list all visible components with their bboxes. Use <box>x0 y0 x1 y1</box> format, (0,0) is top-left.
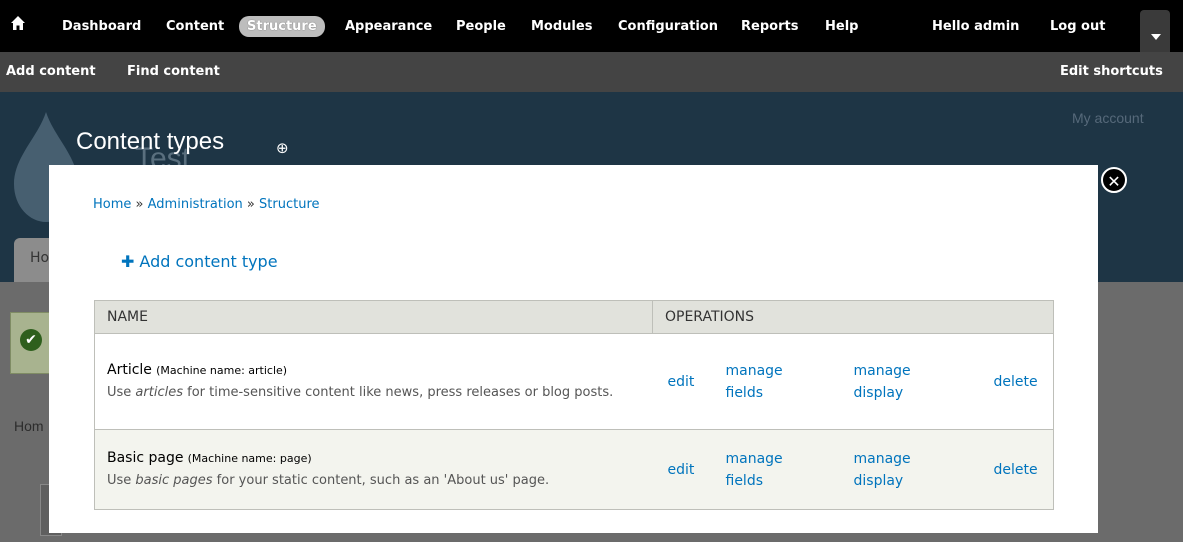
edit-shortcuts-link[interactable]: Edit shortcuts <box>1060 62 1163 82</box>
toolbar-item-content[interactable]: Content <box>166 16 224 37</box>
op-cell: manage display <box>853 333 994 430</box>
op-cell: delete <box>993 429 1054 510</box>
breadcrumb-structure[interactable]: Structure <box>259 197 319 212</box>
link-text: display <box>853 384 904 401</box>
page-title: Content types <box>76 128 225 155</box>
column-header-name: Name <box>94 300 653 334</box>
my-account-link[interactable]: My account <box>1072 110 1144 126</box>
username[interactable]: admin <box>974 19 1019 34</box>
overlay-dialog: Home » Administration » Structure ✚ Add c… <box>49 165 1098 533</box>
background-breadcrumb: Hom <box>14 418 44 434</box>
content-types-table: Name Operations Article (Machine name: a… <box>94 300 1054 510</box>
description-emphasis: basic pages <box>135 473 213 488</box>
toolbar-item-structure[interactable]: Structure <box>239 16 325 37</box>
tab-home-label: Ho <box>30 250 50 266</box>
breadcrumb-separator: » <box>135 197 144 212</box>
machine-name: (Machine name: article) <box>156 364 288 377</box>
add-content-type-link[interactable]: ✚ Add content type <box>121 252 278 271</box>
type-name-cell: Basic page (Machine name: page) Use basi… <box>94 429 653 510</box>
breadcrumb-administration[interactable]: Administration <box>148 197 243 212</box>
delete-link[interactable]: delete <box>994 371 1054 393</box>
checkmark-icon: ✔ <box>20 329 42 351</box>
description-text: Use <box>107 385 136 400</box>
type-description: Use basic pages for your static content,… <box>107 472 623 489</box>
op-cell: manage display <box>853 429 994 510</box>
table-header-row: Name Operations <box>94 300 1054 334</box>
edit-link[interactable]: edit <box>668 459 726 481</box>
op-cell: edit <box>652 333 726 430</box>
shortcut-add-content[interactable]: Add content <box>6 62 96 82</box>
breadcrumb-separator: » <box>246 197 255 212</box>
description-emphasis: articles <box>135 385 183 400</box>
type-name: Article <box>107 362 152 378</box>
home-icon[interactable] <box>10 15 28 36</box>
user-greeting: Hello admin <box>932 16 1019 37</box>
add-shortcut-icon[interactable]: ⊕ <box>276 139 289 157</box>
description-text: Use <box>107 473 136 488</box>
add-content-type-label: Add content type <box>139 252 278 271</box>
table-row: Article (Machine name: article) Use arti… <box>94 333 1054 430</box>
close-icon[interactable]: ✕ <box>1101 167 1127 193</box>
breadcrumb: Home » Administration » Structure <box>93 197 320 212</box>
link-text: manage <box>853 450 911 467</box>
toolbar-item-configuration[interactable]: Configuration <box>618 16 718 37</box>
toolbar-item-appearance[interactable]: Appearance <box>345 16 432 37</box>
op-cell: edit <box>652 429 726 510</box>
shortcuts-bar: Add content Find content Edit shortcuts <box>0 52 1183 92</box>
link-text: manage <box>725 450 783 467</box>
op-cell: manage fields <box>725 429 854 510</box>
breadcrumb-home[interactable]: Home <box>93 197 131 212</box>
shortcut-find-content[interactable]: Find content <box>127 62 220 82</box>
op-cell: manage fields <box>725 333 854 430</box>
toolbar-item-people[interactable]: People <box>456 16 506 37</box>
toolbar-item-help[interactable]: Help <box>825 16 858 37</box>
delete-link[interactable]: delete <box>994 459 1054 481</box>
link-text: fields <box>725 472 764 489</box>
column-header-operations: Operations <box>652 300 1054 334</box>
machine-name: (Machine name: page) <box>187 452 312 465</box>
type-name: Basic page <box>107 450 184 466</box>
type-description: Use articles for time-sensitive content … <box>107 384 623 401</box>
op-cell: delete <box>993 333 1054 430</box>
manage-display-link[interactable]: manage display <box>854 360 994 404</box>
admin-toolbar: Dashboard Content Structure Appearance P… <box>0 0 1183 52</box>
manage-display-link[interactable]: manage display <box>854 448 994 492</box>
manage-fields-link[interactable]: manage fields <box>726 448 854 492</box>
toolbar-item-dashboard[interactable]: Dashboard <box>62 16 141 37</box>
edit-link[interactable]: edit <box>668 371 726 393</box>
description-text: for your static content, such as an 'Abo… <box>212 473 550 488</box>
toolbar-item-reports[interactable]: Reports <box>741 16 798 37</box>
chevron-down-icon[interactable] <box>1140 10 1170 52</box>
link-text: fields <box>725 384 764 401</box>
table-row: Basic page (Machine name: page) Use basi… <box>94 429 1054 510</box>
type-name-cell: Article (Machine name: article) Use arti… <box>94 333 653 430</box>
manage-fields-link[interactable]: manage fields <box>726 360 854 404</box>
link-text: manage <box>853 362 911 379</box>
toolbar-menu: Dashboard Content Structure Appearance P… <box>0 0 1183 52</box>
plus-icon: ✚ <box>121 252 135 271</box>
toolbar-item-modules[interactable]: Modules <box>531 16 592 37</box>
logout-link[interactable]: Log out <box>1050 16 1105 37</box>
greeting-prefix: Hello <box>932 19 975 34</box>
link-text: display <box>853 472 904 489</box>
description-text: for time-sensitive content like news, pr… <box>182 385 614 400</box>
link-text: manage <box>725 362 783 379</box>
